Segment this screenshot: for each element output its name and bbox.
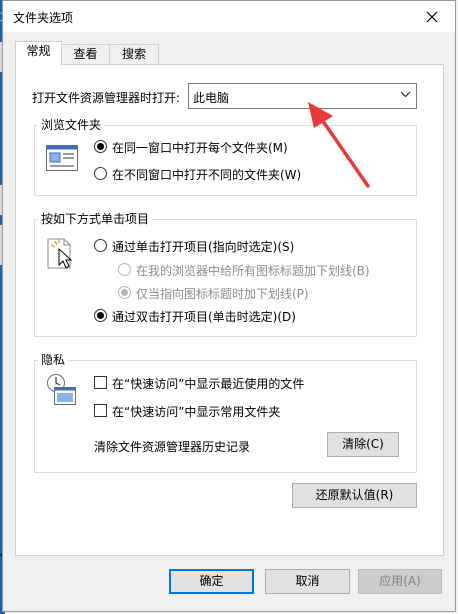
label-underline-hover[interactable]: 仅当指向图标标题时加下划线(P) bbox=[136, 285, 309, 302]
radio-same-window[interactable] bbox=[94, 140, 107, 153]
clear-history-label: 清除文件资源管理器历史记录 bbox=[94, 440, 251, 454]
radio-underline-always[interactable] bbox=[118, 263, 131, 276]
window-title: 文件夹选项 bbox=[13, 11, 74, 25]
privacy-title: 隐私 bbox=[38, 351, 69, 368]
folder-options-dialog: 文件夹选项 常规 查看 搜索 打开文件资源管理器时打开: 此电脑 浏览文件夹 在… bbox=[2, 0, 456, 612]
label-frequent-folders[interactable]: 在“快速访问”中显示常用文件夹 bbox=[112, 403, 280, 420]
open-in-dropdown[interactable]: 此电脑 bbox=[188, 83, 417, 109]
ok-button[interactable]: 确定 bbox=[169, 569, 254, 594]
chevron-down-icon bbox=[400, 91, 411, 98]
restore-defaults-button[interactable]: 还原默认值(R) bbox=[292, 483, 417, 508]
open-in-value: 此电脑 bbox=[193, 91, 230, 105]
title-bar: 文件夹选项 bbox=[3, 1, 455, 32]
click-items-title: 按如下方式单击项目 bbox=[38, 210, 153, 227]
checkbox-frequent-folders[interactable] bbox=[94, 404, 107, 417]
browse-folders-group bbox=[34, 125, 417, 196]
close-button[interactable] bbox=[409, 1, 455, 32]
pointer-click-icon bbox=[47, 238, 73, 269]
general-tab-panel: 打开文件资源管理器时打开: 此电脑 浏览文件夹 在同一窗口中打开每个文件夹(M)… bbox=[15, 64, 444, 556]
folder-window-icon bbox=[46, 145, 78, 171]
checkbox-recent-files[interactable] bbox=[94, 376, 107, 389]
open-in-label: 打开文件资源管理器时打开: bbox=[32, 91, 181, 105]
privacy-clock-icon bbox=[47, 374, 76, 405]
clear-history-button[interactable]: 清除(C) bbox=[327, 432, 399, 457]
label-underline-always[interactable]: 在我的浏览器中给所有图标标题加下划线(B) bbox=[136, 262, 370, 279]
radio-double-click[interactable] bbox=[94, 309, 107, 322]
label-new-window[interactable]: 在不同窗口中打开不同的文件夹(W) bbox=[112, 166, 301, 183]
radio-single-click[interactable] bbox=[94, 239, 107, 252]
label-same-window[interactable]: 在同一窗口中打开每个文件夹(M) bbox=[112, 139, 288, 156]
tab-view[interactable]: 查看 bbox=[61, 44, 110, 65]
label-double-click[interactable]: 通过双击打开项目(单击时选定)(D) bbox=[112, 308, 296, 325]
label-recent-files[interactable]: 在“快速访问”中显示最近使用的文件 bbox=[112, 375, 304, 392]
radio-underline-hover[interactable] bbox=[118, 286, 131, 299]
tab-general[interactable]: 常规 bbox=[15, 41, 62, 66]
cancel-button[interactable]: 取消 bbox=[265, 569, 350, 594]
close-icon bbox=[426, 11, 438, 22]
tab-search[interactable]: 搜索 bbox=[109, 44, 159, 65]
radio-new-window[interactable] bbox=[94, 167, 107, 180]
label-single-click[interactable]: 通过单击打开项目(指向时选定)(S) bbox=[112, 238, 294, 255]
browse-folders-title: 浏览文件夹 bbox=[38, 116, 105, 133]
apply-button[interactable]: 应用(A) bbox=[358, 569, 442, 594]
